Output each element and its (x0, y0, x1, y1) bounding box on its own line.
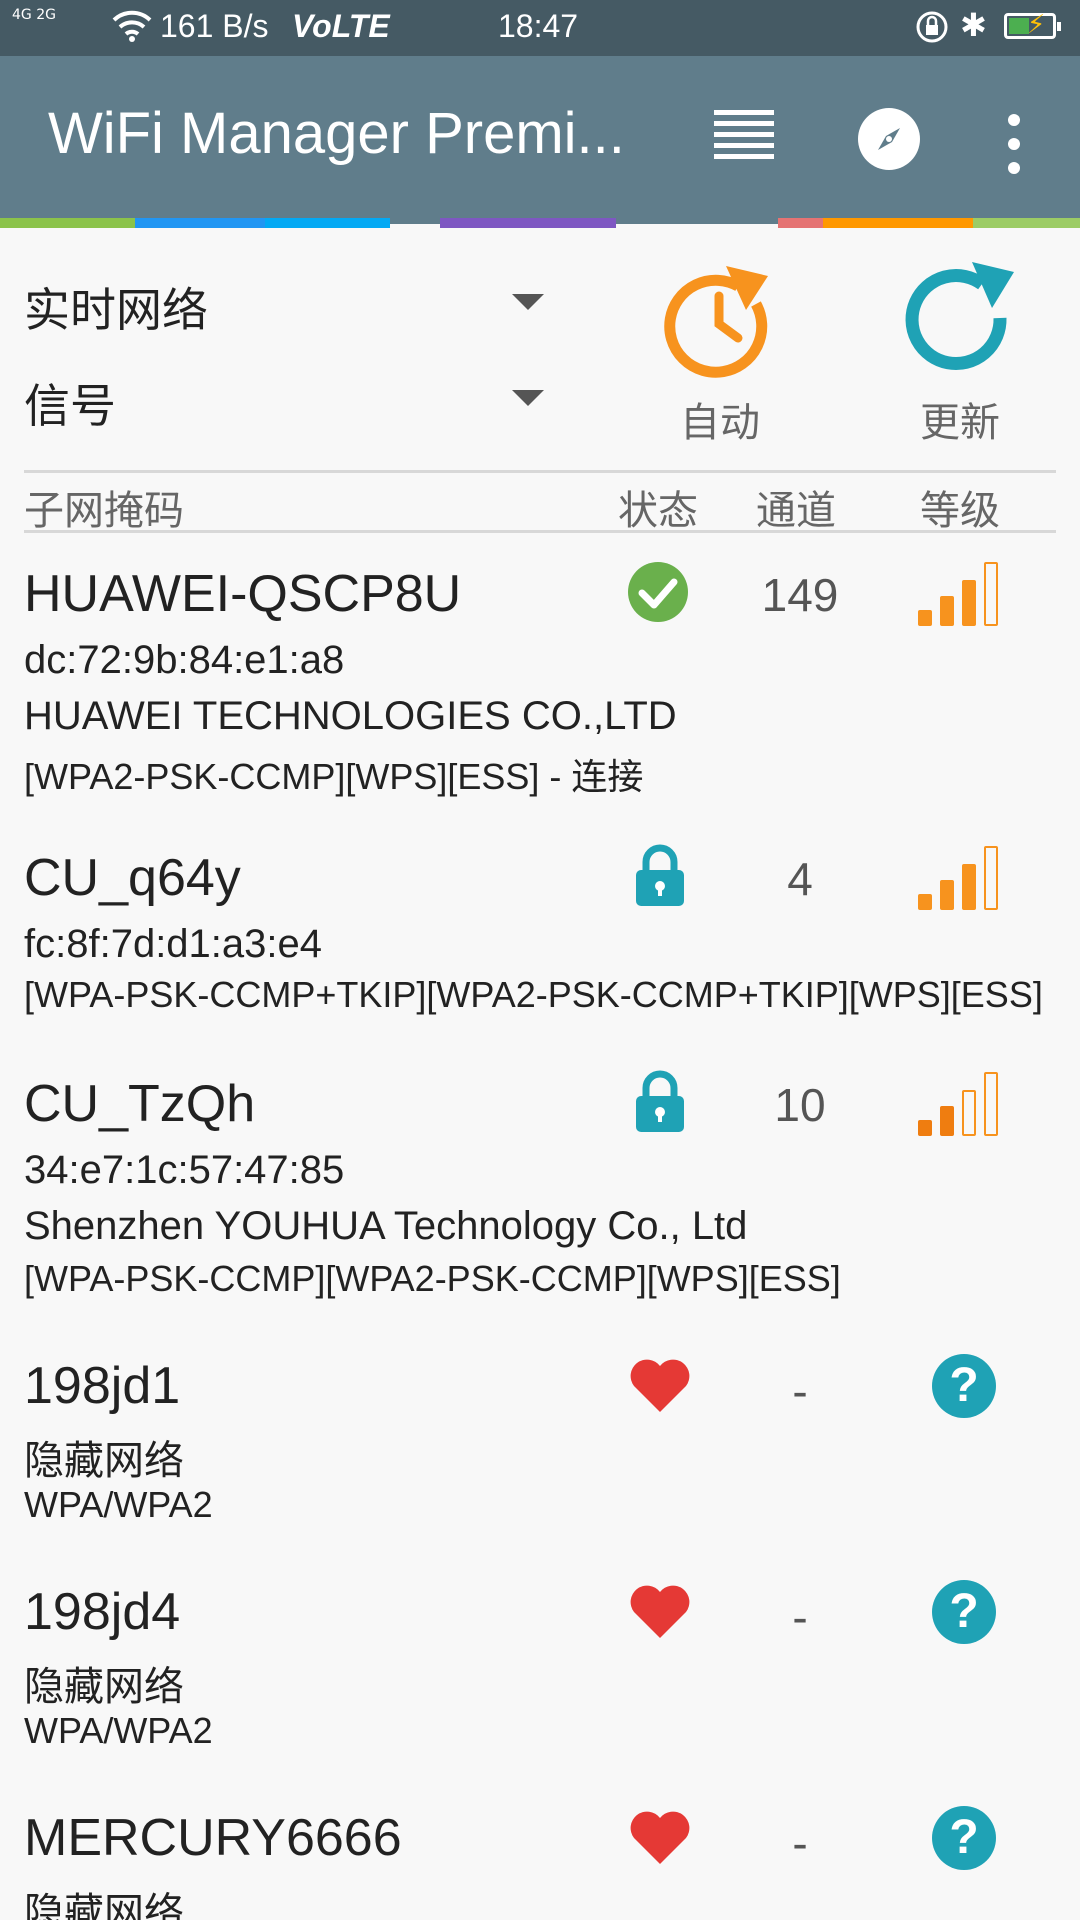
network-vendor: Shenzhen YOUHUA Technology Co., Ltd (24, 1204, 748, 1248)
network-row[interactable]: 198jd4 隐藏网络 WPA/WPA2 - ? (0, 1568, 1080, 1768)
compass-icon[interactable] (858, 108, 920, 170)
network-channel: - (792, 1591, 808, 1643)
header-level: 等级 (920, 488, 1000, 534)
network-row[interactable]: HUAWEI-QSCP8U dc:72:9b:84:e1:a8 HUAWEI T… (0, 548, 1080, 802)
sort-dropdown[interactable]: 信号 (24, 362, 544, 433)
divider (24, 530, 1056, 533)
net-speed: 161 B/s (160, 8, 269, 44)
wifi-icon (112, 8, 152, 50)
divider (24, 470, 1056, 473)
header-name: 子网掩码 (24, 488, 184, 534)
dropdown-arrow-icon (512, 390, 544, 406)
network-ssid: MERCURY6666 (24, 1809, 402, 1867)
bluetooth-icon: ✱ (960, 6, 987, 44)
lock-icon (632, 1070, 700, 1138)
network-hidden-label: 隐藏网络 (24, 1439, 184, 1483)
signal-strength-icon (916, 560, 1006, 630)
tab-color-strip (0, 218, 1080, 228)
refresh-button[interactable]: 更新 (890, 262, 1030, 462)
rotation-lock-icon (915, 10, 949, 52)
network-mac: dc:72:9b:84:e1:a8 (24, 638, 345, 682)
network-row[interactable]: CU_TzQh 34:e7:1c:57:47:85 Shenzhen YOUHU… (0, 1058, 1080, 1312)
network-hidden-label: 隐藏网络 (24, 1891, 184, 1920)
network-mac: 34:e7:1c:57:47:85 (24, 1148, 345, 1192)
refresh-icon (905, 262, 1014, 371)
heart-icon[interactable] (628, 1582, 696, 1650)
network-channel: - (792, 1817, 808, 1869)
heart-icon[interactable] (628, 1356, 696, 1424)
more-options-icon[interactable] (1005, 114, 1023, 174)
lock-icon (632, 844, 700, 912)
header-channel: 通道 (756, 488, 836, 534)
app-title: WiFi Manager Premi... (48, 101, 625, 166)
network-security: WPA/WPA2 (24, 1710, 213, 1751)
auto-label: 自动 (680, 400, 760, 446)
network-security: WPA/WPA2 (24, 1484, 213, 1525)
signal-strength-icon (916, 844, 1006, 914)
auto-refresh-button[interactable]: 自动 (650, 262, 790, 462)
network-ssid: CU_TzQh (24, 1075, 256, 1133)
connected-check-icon (626, 560, 694, 628)
header-status: 状态 (618, 488, 698, 534)
signal-strength-icon (916, 1070, 1006, 1140)
refresh-label: 更新 (920, 400, 1000, 446)
network-ssid: 198jd4 (24, 1583, 181, 1641)
network-vendor: HUAWEI TECHNOLOGIES CO.,LTD (24, 694, 677, 738)
network-security: [WPA-PSK-CCMP][WPA2-PSK-CCMP][WPS][ESS] (24, 1258, 841, 1299)
network-row[interactable]: MERCURY6666 隐藏网络 - ? (0, 1794, 1080, 1920)
battery-icon: ⚡ (1004, 10, 1061, 40)
network-row[interactable]: 198jd1 隐藏网络 WPA/WPA2 - ? (0, 1342, 1080, 1542)
status-bar: 4G 2G 161 B/s VoLTE 18:47 ✱ ⚡ (0, 0, 1080, 56)
network-hidden-label: 隐藏网络 (24, 1665, 184, 1709)
mode-dropdown-label: 实时网络 (24, 283, 208, 337)
network-ssid: 198jd1 (24, 1357, 181, 1415)
network-channel: 10 (774, 1079, 826, 1131)
help-icon: ? (932, 1806, 996, 1870)
network-security: [WPA-PSK-CCMP+TKIP][WPA2-PSK-CCMP+TKIP][… (24, 974, 1043, 1015)
dropdown-arrow-icon (512, 294, 544, 310)
app-bar: WiFi Manager Premi... (0, 56, 1080, 224)
network-ssid: HUAWEI-QSCP8U (24, 565, 462, 623)
network-channel: 4 (787, 853, 813, 905)
network-security: [WPA2-PSK-CCMP][WPS][ESS] - 连接 (24, 756, 644, 797)
cell-signal-icon: 4G 2G (12, 7, 56, 23)
network-ssid: CU_q64y (24, 849, 241, 907)
network-row[interactable]: CU_q64y fc:8f:7d:d1:a3:e4 [WPA-PSK-CCMP+… (0, 832, 1080, 1032)
list-view-icon[interactable] (714, 110, 774, 170)
heart-icon[interactable] (628, 1808, 696, 1876)
sort-dropdown-label: 信号 (24, 379, 116, 433)
network-mac: fc:8f:7d:d1:a3:e4 (24, 922, 323, 966)
network-channel: 149 (761, 569, 839, 621)
mode-dropdown[interactable]: 实时网络 (24, 266, 544, 337)
help-icon: ? (932, 1580, 996, 1644)
auto-timer-icon (664, 266, 768, 378)
network-channel: - (792, 1365, 808, 1417)
clock: 18:47 (498, 8, 579, 44)
volte-indicator: VoLTE (292, 8, 390, 44)
help-icon: ? (932, 1354, 996, 1418)
